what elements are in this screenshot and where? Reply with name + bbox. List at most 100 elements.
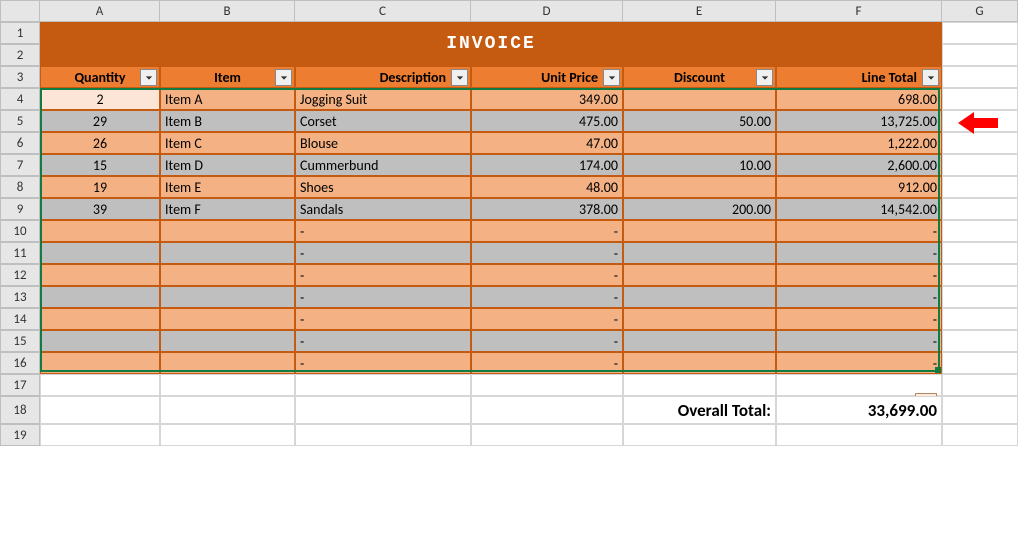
cell-E4[interactable] xyxy=(623,88,776,110)
row-10[interactable]: 10 xyxy=(0,220,40,242)
cell-G16[interactable] xyxy=(942,352,1018,374)
filter-item[interactable] xyxy=(275,69,292,86)
cell-D5[interactable]: 475.00 xyxy=(471,110,623,132)
cell-D7[interactable]: 174.00 xyxy=(471,154,623,176)
cell-D6[interactable]: 47.00 xyxy=(471,132,623,154)
fill-handle[interactable] xyxy=(935,367,941,373)
cell-B9[interactable]: Item F xyxy=(160,198,295,220)
row-2[interactable]: 2 xyxy=(0,44,40,66)
cell-B8[interactable]: Item E xyxy=(160,176,295,198)
cell-A4[interactable]: 2 xyxy=(40,88,160,110)
cell-E7[interactable]: 10.00 xyxy=(623,154,776,176)
cell-D15[interactable]: - xyxy=(471,330,623,352)
cell-G12[interactable] xyxy=(942,264,1018,286)
cell-A17[interactable] xyxy=(40,374,160,396)
row-12[interactable]: 12 xyxy=(0,264,40,286)
cell-B19[interactable] xyxy=(160,424,295,446)
cell-C8[interactable]: Shoes xyxy=(295,176,471,198)
cell-F16[interactable]: - xyxy=(776,352,942,374)
col-B[interactable]: B xyxy=(160,0,295,22)
cell-C5[interactable]: Corset xyxy=(295,110,471,132)
cell-F11[interactable]: - xyxy=(776,242,942,264)
cell-G8[interactable] xyxy=(942,176,1018,198)
row-11[interactable]: 11 xyxy=(0,242,40,264)
cell-G13[interactable] xyxy=(942,286,1018,308)
cell-C11[interactable]: - xyxy=(295,242,471,264)
cell-G4[interactable] xyxy=(942,88,1018,110)
cell-C10[interactable]: - xyxy=(295,220,471,242)
cell-F17[interactable] xyxy=(776,374,942,396)
cell-E17[interactable] xyxy=(623,374,776,396)
cell-E14[interactable] xyxy=(623,308,776,330)
row-17[interactable]: 17 xyxy=(0,374,40,396)
cell-G14[interactable] xyxy=(942,308,1018,330)
cell-G7[interactable] xyxy=(942,154,1018,176)
cell-B4[interactable]: Item A xyxy=(160,88,295,110)
cell-B14[interactable] xyxy=(160,308,295,330)
cell-G10[interactable] xyxy=(942,220,1018,242)
cell-A7[interactable]: 15 xyxy=(40,154,160,176)
cell-D4[interactable]: 349.00 xyxy=(471,88,623,110)
cell-C12[interactable]: - xyxy=(295,264,471,286)
filter-description[interactable] xyxy=(451,69,468,86)
cell-F15[interactable]: - xyxy=(776,330,942,352)
cell-A19[interactable] xyxy=(40,424,160,446)
row-13[interactable]: 13 xyxy=(0,286,40,308)
header-unit-price[interactable]: Unit Price xyxy=(471,66,623,88)
cell-B11[interactable] xyxy=(160,242,295,264)
cell-F10[interactable]: - xyxy=(776,220,942,242)
cell-C14[interactable]: - xyxy=(295,308,471,330)
cell-F19[interactable] xyxy=(776,424,942,446)
col-C[interactable]: C xyxy=(295,0,471,22)
col-D[interactable]: D xyxy=(471,0,623,22)
cell-C9[interactable]: Sandals xyxy=(295,198,471,220)
cell-F12[interactable]: - xyxy=(776,264,942,286)
col-G[interactable]: G xyxy=(942,0,1018,22)
cell-C18[interactable] xyxy=(295,396,471,424)
cell-E12[interactable] xyxy=(623,264,776,286)
cell-D10[interactable]: - xyxy=(471,220,623,242)
row-5[interactable]: 5 xyxy=(0,110,40,132)
cell-A12[interactable] xyxy=(40,264,160,286)
row-14[interactable]: 14 xyxy=(0,308,40,330)
cell-A5[interactable]: 29 xyxy=(40,110,160,132)
cell-C16[interactable]: - xyxy=(295,352,471,374)
cell-D17[interactable] xyxy=(471,374,623,396)
cell-F8[interactable]: 912.00 xyxy=(776,176,942,198)
cell-A8[interactable]: 19 xyxy=(40,176,160,198)
row-7[interactable]: 7 xyxy=(0,154,40,176)
header-description[interactable]: Description xyxy=(295,66,471,88)
cell-F4[interactable]: 698.00 xyxy=(776,88,942,110)
cell-G15[interactable] xyxy=(942,330,1018,352)
cell-E13[interactable] xyxy=(623,286,776,308)
cell-C4[interactable]: Jogging Suit xyxy=(295,88,471,110)
cell-G3[interactable] xyxy=(942,66,1018,88)
cell-E9[interactable]: 200.00 xyxy=(623,198,776,220)
row-16[interactable]: 16 xyxy=(0,352,40,374)
header-line-total[interactable]: Line Total xyxy=(776,66,942,88)
cell-D13[interactable]: - xyxy=(471,286,623,308)
cell-F7[interactable]: 2,600.00 xyxy=(776,154,942,176)
cell-C7[interactable]: Cummerbund xyxy=(295,154,471,176)
cell-A18[interactable] xyxy=(40,396,160,424)
cell-C15[interactable]: - xyxy=(295,330,471,352)
cell-G11[interactable] xyxy=(942,242,1018,264)
cell-B17[interactable] xyxy=(160,374,295,396)
filter-discount[interactable] xyxy=(756,69,773,86)
cell-E8[interactable] xyxy=(623,176,776,198)
cell-B15[interactable] xyxy=(160,330,295,352)
cell-F6[interactable]: 1,222.00 xyxy=(776,132,942,154)
cell-F9[interactable]: 14,542.00 xyxy=(776,198,942,220)
cell-B12[interactable] xyxy=(160,264,295,286)
cell-C6[interactable]: Blouse xyxy=(295,132,471,154)
cell-B7[interactable]: Item D xyxy=(160,154,295,176)
cell-D14[interactable]: - xyxy=(471,308,623,330)
cell-F14[interactable]: - xyxy=(776,308,942,330)
filter-unit-price[interactable] xyxy=(603,69,620,86)
row-9[interactable]: 9 xyxy=(0,198,40,220)
cell-C13[interactable]: - xyxy=(295,286,471,308)
cell-A11[interactable] xyxy=(40,242,160,264)
cell-G17[interactable] xyxy=(942,374,1018,396)
cell-E5[interactable]: 50.00 xyxy=(623,110,776,132)
header-discount[interactable]: Discount xyxy=(623,66,776,88)
